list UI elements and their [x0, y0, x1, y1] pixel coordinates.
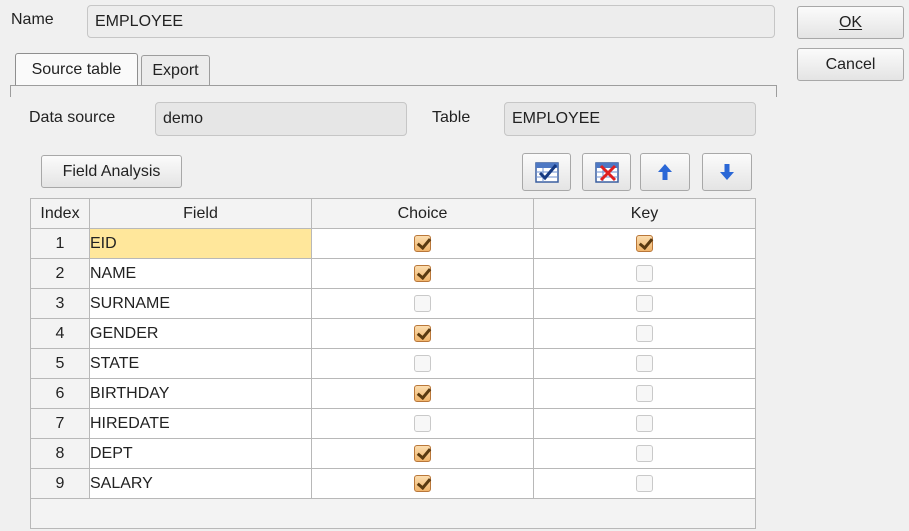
- table-row[interactable]: 7 HIREDATE: [30, 408, 756, 439]
- row-index: 6: [30, 378, 90, 409]
- choice-checkbox[interactable]: [414, 264, 431, 282]
- table-row[interactable]: 8 DEPT: [30, 438, 756, 469]
- field-name-cell[interactable]: STATE: [89, 348, 312, 379]
- name-label: Name: [11, 11, 54, 28]
- row-index: 4: [30, 318, 90, 349]
- choice-cell: [311, 348, 534, 379]
- move-down-button[interactable]: [702, 153, 752, 191]
- field-name-cell[interactable]: BIRTHDAY: [89, 378, 312, 409]
- tab-panel-border: [10, 85, 777, 97]
- table-value: EMPLOYEE: [512, 110, 601, 127]
- table-field: EMPLOYEE: [504, 102, 756, 136]
- key-checkbox[interactable]: [636, 384, 653, 402]
- choice-cell: [311, 318, 534, 349]
- choice-cell: [311, 258, 534, 289]
- tab-export[interactable]: Export: [141, 55, 210, 86]
- key-checkbox[interactable]: [636, 354, 653, 372]
- move-up-button[interactable]: [640, 153, 690, 191]
- choice-cell: [311, 378, 534, 409]
- field-analysis-button[interactable]: Field Analysis: [41, 155, 182, 188]
- key-cell: [533, 438, 756, 469]
- choice-cell: [311, 408, 534, 439]
- table-header-row: Index Field Choice Key: [30, 198, 756, 229]
- table-label: Table: [432, 109, 471, 126]
- field-analysis-label: Field Analysis: [62, 162, 161, 180]
- move-up-icon: [657, 163, 673, 181]
- column-header-index[interactable]: Index: [30, 198, 90, 229]
- cancel-button-label: Cancel: [825, 55, 876, 73]
- deselect-all-button[interactable]: [582, 153, 631, 191]
- field-name-cell[interactable]: DEPT: [89, 438, 312, 469]
- column-header-field[interactable]: Field: [89, 198, 312, 229]
- tab-source-table-label: Source table: [31, 61, 122, 78]
- key-cell: [533, 318, 756, 349]
- row-index: 8: [30, 438, 90, 469]
- choice-cell: [311, 228, 534, 259]
- row-index: 5: [30, 348, 90, 379]
- key-checkbox[interactable]: [636, 234, 653, 252]
- move-down-icon: [719, 163, 735, 181]
- column-header-choice[interactable]: Choice: [311, 198, 534, 229]
- key-cell: [533, 348, 756, 379]
- choice-checkbox[interactable]: [414, 444, 431, 462]
- select-all-icon: [534, 161, 559, 183]
- table-row[interactable]: 5 STATE: [30, 348, 756, 379]
- choice-checkbox[interactable]: [414, 294, 431, 312]
- choice-checkbox[interactable]: [414, 474, 431, 492]
- key-cell: [533, 468, 756, 499]
- table-row[interactable]: 2 NAME: [30, 258, 756, 289]
- field-name-cell[interactable]: SALARY: [89, 468, 312, 499]
- table-row[interactable]: 9 SALARY: [30, 468, 756, 499]
- choice-checkbox[interactable]: [414, 354, 431, 372]
- table-row[interactable]: 6 BIRTHDAY: [30, 378, 756, 409]
- field-name-cell[interactable]: EID: [89, 228, 312, 259]
- cancel-button[interactable]: Cancel: [797, 48, 904, 81]
- choice-checkbox[interactable]: [414, 384, 431, 402]
- key-checkbox[interactable]: [636, 474, 653, 492]
- table-empty-area: [30, 498, 756, 529]
- select-all-button[interactable]: [522, 153, 571, 191]
- name-input-value: EMPLOYEE: [95, 12, 184, 30]
- fields-table: Index Field Choice Key 1 EID 2 NAME 3 SURNAME…: [30, 198, 756, 529]
- field-name-cell[interactable]: HIREDATE: [89, 408, 312, 439]
- key-checkbox[interactable]: [636, 444, 653, 462]
- table-row[interactable]: 3 SURNAME: [30, 288, 756, 319]
- data-source-label: Data source: [29, 109, 116, 126]
- choice-checkbox[interactable]: [414, 234, 431, 252]
- choice-checkbox[interactable]: [414, 414, 431, 432]
- row-index: 1: [30, 228, 90, 259]
- name-input[interactable]: EMPLOYEE: [87, 5, 775, 38]
- choice-cell: [311, 438, 534, 469]
- row-index: 7: [30, 408, 90, 439]
- field-name-cell[interactable]: NAME: [89, 258, 312, 289]
- column-header-key[interactable]: Key: [533, 198, 756, 229]
- key-cell: [533, 288, 756, 319]
- table-row[interactable]: 1 EID: [30, 228, 756, 259]
- data-source-field: demo: [155, 102, 407, 136]
- key-checkbox[interactable]: [636, 324, 653, 342]
- table-empty-cell: [30, 498, 756, 529]
- ok-button-label: OK: [838, 13, 863, 31]
- choice-cell: [311, 468, 534, 499]
- key-cell: [533, 408, 756, 439]
- key-cell: [533, 228, 756, 259]
- ok-button[interactable]: OK: [797, 6, 904, 39]
- row-index: 2: [30, 258, 90, 289]
- key-cell: [533, 258, 756, 289]
- key-checkbox[interactable]: [636, 414, 653, 432]
- choice-checkbox[interactable]: [414, 324, 431, 342]
- field-name-cell[interactable]: SURNAME: [89, 288, 312, 319]
- field-name-cell[interactable]: GENDER: [89, 318, 312, 349]
- table-row[interactable]: 4 GENDER: [30, 318, 756, 349]
- row-index: 3: [30, 288, 90, 319]
- key-checkbox[interactable]: [636, 264, 653, 282]
- tab-source-table[interactable]: Source table: [15, 53, 138, 86]
- deselect-all-icon: [594, 161, 619, 183]
- key-cell: [533, 378, 756, 409]
- data-source-value: demo: [163, 110, 204, 127]
- row-index: 9: [30, 468, 90, 499]
- tab-export-label: Export: [152, 62, 199, 79]
- choice-cell: [311, 288, 534, 319]
- key-checkbox[interactable]: [636, 294, 653, 312]
